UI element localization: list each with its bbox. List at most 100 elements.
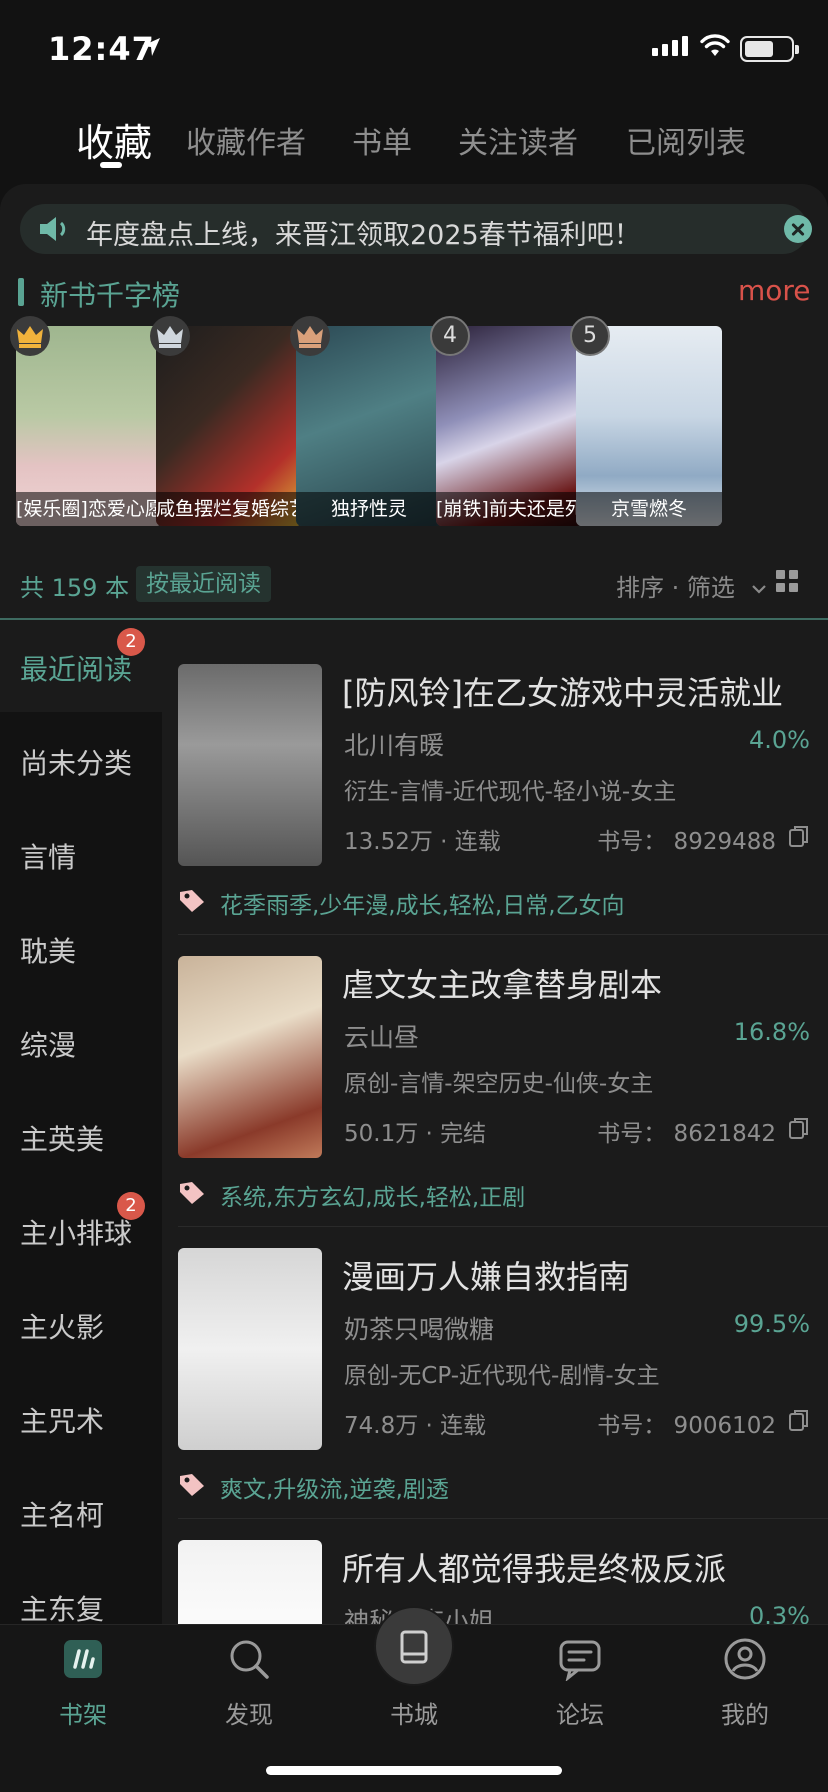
sort-chip[interactable]: 按最近阅读 — [136, 566, 271, 602]
speaker-icon — [40, 217, 66, 241]
book-count: 共 159 本 — [20, 574, 130, 602]
bookstore-button[interactable] — [374, 1606, 454, 1686]
tag-icon — [180, 1182, 204, 1204]
divider — [178, 1518, 828, 1519]
tab-followed-readers[interactable]: 关注读者 — [458, 118, 578, 162]
sort-filter-label: 排序 · 筛选 — [616, 574, 735, 602]
crown-icon — [150, 316, 190, 356]
rank-card-title: 独抒性灵 — [296, 492, 442, 526]
book-number: 书号： 8929488 — [597, 829, 776, 855]
copy-icon[interactable] — [788, 1116, 810, 1140]
sidebar-item-recent[interactable]: 最近阅读 — [20, 648, 132, 688]
book-cover — [178, 664, 322, 866]
book-number: 书号： 8621842 — [597, 1121, 776, 1147]
tab-forum[interactable]: 论坛 — [497, 1625, 663, 1735]
sidebar-item-anime[interactable]: 综漫 — [20, 1024, 76, 1064]
crown-icon — [290, 316, 330, 356]
unread-badge: 2 — [117, 628, 145, 656]
heading-accent-bar — [18, 278, 24, 306]
book-author: 北川有暖 — [344, 731, 445, 760]
active-tab-indicator — [100, 162, 122, 168]
rank-list: [娱乐圈]恋爱心愿 咸鱼摆烂复婚综艺 独抒性灵 [崩铁]前夫还是死了 京雪燃冬 … — [10, 316, 828, 528]
sidebar-item-naruto[interactable]: 主火影 — [20, 1306, 104, 1346]
divider — [178, 1226, 828, 1227]
tab-favorites[interactable]: 收藏 — [76, 112, 152, 167]
book-number: 书号： 9006102 — [597, 1413, 776, 1439]
chat-bubble-icon — [559, 1640, 601, 1681]
book-genre: 原创-言情-架空历史-仙侠-女主 — [344, 1071, 654, 1097]
tab-read-list[interactable]: 已阅列表 — [626, 118, 746, 162]
tag-list: 系统,东方玄幻,成长,轻松,正剧 — [220, 1185, 526, 1211]
battery-icon — [740, 36, 799, 62]
announcement-banner[interactable]: 年度盘点上线，来晋江领取2025春节福利吧！ — [20, 204, 812, 254]
book-cover — [178, 1540, 322, 1624]
sidebar-item-conan[interactable]: 主名柯 — [20, 1494, 104, 1534]
rank-number-badge: 4 — [430, 316, 470, 356]
rank-card-title: [崩铁]前夫还是死了 — [436, 492, 582, 526]
book-title: 虐文女主改拿替身剧本 — [342, 966, 663, 1004]
rank-number-badge: 5 — [570, 316, 610, 356]
sidebar-item-danmei[interactable]: 耽美 — [20, 930, 76, 970]
book-author: 云山昼 — [344, 1023, 420, 1052]
rank-card[interactable]: 咸鱼摆烂复婚综艺 — [156, 326, 302, 526]
sidebar-item-romance[interactable]: 言情 — [20, 836, 76, 876]
book-item[interactable]: 所有人都觉得我是终极反派 神秘的李小姐 0.3% — [162, 1540, 828, 1624]
announcement-text: 年度盘点上线，来晋江领取2025春节福利吧！ — [86, 220, 641, 251]
rank-card[interactable]: 京雪燃冬 — [576, 326, 722, 526]
divider — [178, 934, 828, 935]
rank-card[interactable]: [崩铁]前夫还是死了 — [436, 326, 582, 526]
tag-icon — [180, 1474, 204, 1496]
rank-card[interactable]: [娱乐圈]恋爱心愿 — [16, 326, 162, 526]
sidebar-item-haikyuu[interactable]: 主小排球 — [20, 1212, 132, 1252]
sidebar-item-us-uk[interactable]: 主英美 — [20, 1118, 104, 1158]
close-icon[interactable] — [784, 215, 812, 243]
reading-progress: 16.8% — [733, 1018, 810, 1046]
tag-list: 花季雨季,少年漫,成长,轻松,日常,乙女向 — [220, 893, 625, 919]
top-tabs: 收藏 收藏作者 书单 关注读者 已阅列表 — [0, 100, 828, 180]
book-genre: 衍生-言情-近代现代-轻小说-女主 — [344, 779, 677, 805]
tag-icon — [180, 890, 204, 912]
tab-bookshelf[interactable]: 书架 — [0, 1625, 166, 1735]
book-item[interactable]: 漫画万人嫌自救指南 奶茶只喝微糖 99.5% 原创-无CP-近代现代-剧情-女主… — [162, 1248, 828, 1503]
rank-card-title: 京雪燃冬 — [576, 492, 722, 526]
wifi-icon — [700, 34, 730, 56]
reading-progress: 0.3% — [749, 1602, 810, 1624]
unread-badge: 2 — [117, 1192, 145, 1220]
more-link[interactable]: more — [738, 274, 811, 307]
copy-icon[interactable] — [788, 1408, 810, 1432]
book-title: 所有人都觉得我是终极反派 — [342, 1550, 727, 1588]
book-title: 漫画万人嫌自救指南 — [342, 1258, 631, 1296]
tab-label: 书城 — [390, 1701, 438, 1729]
chevron-down-icon — [751, 585, 766, 594]
cellular-signal-icon — [652, 36, 688, 56]
book-stats: 13.52万 · 连载 — [344, 829, 501, 855]
crown-icon — [10, 316, 50, 356]
tab-label: 论坛 — [556, 1701, 604, 1729]
bookshelf-icon — [64, 1640, 102, 1678]
tab-booklists[interactable]: 书单 — [352, 118, 412, 162]
tag-list: 爽文,升级流,逆袭,剧透 — [220, 1477, 449, 1503]
sidebar-item-tokyo-revengers[interactable]: 主东复 — [20, 1588, 104, 1628]
tab-label: 发现 — [225, 1701, 273, 1729]
sidebar-item-uncategorized[interactable]: 尚未分类 — [20, 742, 132, 782]
copy-icon[interactable] — [788, 824, 810, 848]
reading-progress: 99.5% — [733, 1310, 810, 1338]
tab-favorite-authors[interactable]: 收藏作者 — [186, 118, 306, 162]
location-arrow-icon — [142, 38, 160, 56]
book-title: [防风铃]在乙女游戏中灵活就业 — [342, 674, 783, 712]
book-item[interactable]: [防风铃]在乙女游戏中灵活就业 北川有暖 4.0% 衍生-言情-近代现代-轻小说… — [162, 664, 828, 919]
tab-profile[interactable]: 我的 — [662, 1625, 828, 1735]
book-genre: 原创-无CP-近代现代-剧情-女主 — [344, 1363, 660, 1389]
rank-card[interactable]: 独抒性灵 — [296, 326, 442, 526]
book-cover — [178, 956, 322, 1158]
book-icon — [400, 1630, 428, 1664]
sort-filter-dropdown[interactable]: 排序 · 筛选 — [616, 568, 767, 603]
tab-discover[interactable]: 发现 — [166, 1625, 332, 1735]
book-item[interactable]: 虐文女主改拿替身剧本 云山昼 16.8% 原创-言情-架空历史-仙侠-女主 50… — [162, 956, 828, 1211]
grid-view-icon[interactable] — [776, 570, 798, 592]
book-stats: 74.8万 · 连载 — [344, 1413, 487, 1439]
status-time: 12:47 — [48, 30, 155, 68]
sidebar-item-jujutsu[interactable]: 主咒术 — [20, 1400, 104, 1440]
home-indicator — [266, 1766, 562, 1775]
rank-card-title: [娱乐圈]恋爱心愿 — [16, 492, 162, 526]
